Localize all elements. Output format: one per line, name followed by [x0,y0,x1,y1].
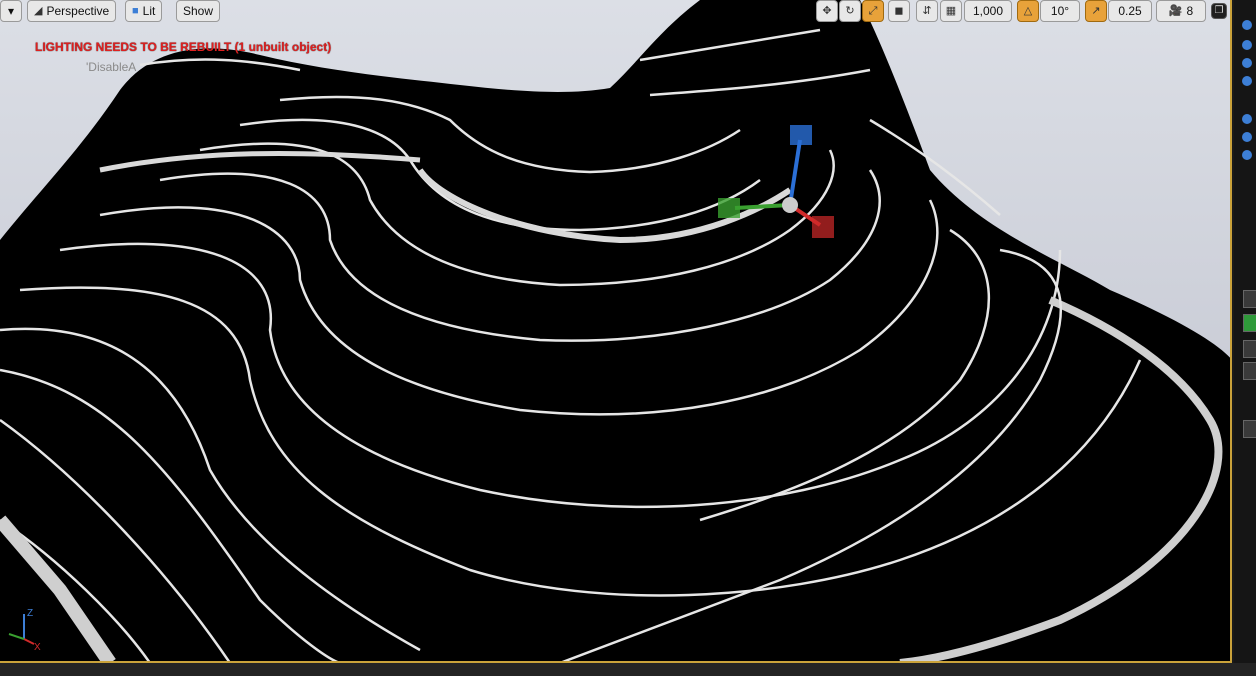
lit-label: Lit [142,4,156,18]
rotation-snap-toggle[interactable]: △ [1017,0,1039,22]
show-label: Show [183,4,214,18]
grid-snap-value[interactable]: 1,000 [964,0,1012,22]
visibility-eye-icon[interactable] [1242,114,1252,124]
surface-snap-button[interactable]: ⇵ [916,0,938,22]
axis-gizmo: Z X [8,608,41,653]
perspective-button[interactable]: ◢ Perspective [27,0,117,22]
camera-speed-button[interactable]: 🎥 8 [1156,0,1206,22]
maximize-viewport-button[interactable]: ❐ [1211,3,1227,19]
visibility-eye-icon[interactable] [1242,20,1252,30]
view-mode-icon: ■ [132,5,139,17]
panel-control[interactable] [1243,340,1256,358]
surface-snap-icon: ⇵ [922,5,932,17]
panel-control[interactable] [1243,290,1256,308]
side-panel [1234,0,1256,663]
chevron-down-icon: ▾ [7,4,15,18]
panel-control[interactable] [1243,362,1256,380]
grid-snap-toggle[interactable]: ▦ [940,0,962,22]
visibility-eye-icon[interactable] [1242,40,1252,50]
scale-tool-button[interactable]: ⤢ [862,0,884,22]
maximize-icon: ❐ [1214,5,1224,16]
rotation-snap-value[interactable]: 10° [1040,0,1080,22]
terrain-mesh [0,0,1230,661]
perspective-label: Perspective [46,4,110,18]
grid-snap-label: 1,000 [972,4,1004,18]
perspective-icon: ◢ [34,5,43,17]
angle-snap-icon: △ [1023,5,1033,17]
scale-snap-icon: ↗ [1091,5,1101,17]
lit-button[interactable]: ■ Lit [125,0,163,22]
scale-snap-value[interactable]: 0.25 [1108,0,1152,22]
rotate-icon: ↻ [845,5,855,17]
camera-speed-label: 8 [1186,4,1194,18]
translate-icon: ✥ [822,5,832,17]
lighting-warning: LIGHTING NEEDS TO BE REBUILT (1 unbuilt … [35,40,332,54]
level-viewport[interactable]: ▾ ◢ Perspective ■ Lit Show ✥ ↻ ⤢ ◼ ⇵ ▦ 1… [0,0,1232,663]
terrain-scene[interactable] [0,0,1232,663]
show-button[interactable]: Show [176,0,221,22]
visibility-eye-icon[interactable] [1242,58,1252,68]
rotate-tool-button[interactable]: ↻ [839,0,861,22]
grid-icon: ▦ [945,5,957,17]
visibility-eye-icon[interactable] [1242,132,1252,142]
scale-icon: ⤢ [868,5,878,17]
z-axis-label: Z [27,608,33,619]
bottom-bar [0,663,1256,676]
world-icon: ◼ [894,5,904,17]
viewport-options-button[interactable]: ▾ [0,0,22,22]
secondary-message: 'DisableA [86,60,137,74]
visibility-eye-icon[interactable] [1242,76,1252,86]
visibility-eye-icon[interactable] [1242,150,1252,160]
scale-snap-toggle[interactable]: ↗ [1085,0,1107,22]
x-axis-label: X [34,642,41,653]
scale-snap-label: 0.25 [1118,4,1142,18]
panel-add-button[interactable] [1243,314,1256,332]
world-local-toggle[interactable]: ◼ [888,0,910,22]
rotation-snap-label: 10° [1050,4,1070,18]
panel-control[interactable] [1243,420,1256,438]
translate-tool-button[interactable]: ✥ [816,0,838,22]
camera-speed-icon: 🎥 [1168,5,1183,17]
